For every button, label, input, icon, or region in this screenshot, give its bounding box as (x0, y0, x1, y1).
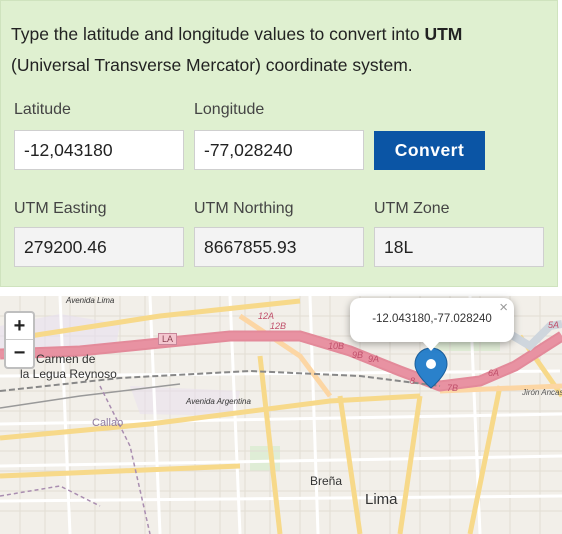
road-label-12a: 12A (258, 311, 275, 321)
longitude-input[interactable]: -77,028240 (194, 130, 364, 170)
utm-easting-label: UTM Easting (14, 200, 107, 217)
road-label-10b: 10B (328, 341, 345, 351)
intro-bold: UTM (424, 24, 463, 44)
utm-northing-label: UTM Northing (194, 200, 294, 217)
marker-popup: -12.043180,-77.028240 × (350, 298, 514, 342)
longitude-label: Longitude (194, 101, 265, 118)
utm-northing-field[interactable]: 8667855.93 (194, 227, 364, 267)
map-label-avenida-lima: Avenida Lima (66, 296, 115, 305)
zoom-control: + − (4, 311, 35, 369)
map-label-jiron-ancash: Jirón Ancash (522, 388, 562, 397)
utm-zone-field[interactable]: 18L (374, 227, 544, 267)
intro-text: Type the latitude and longitude values t… (11, 19, 551, 81)
zoom-out-button[interactable]: − (6, 340, 33, 367)
popup-close-icon[interactable]: × (499, 299, 508, 316)
map-label-avenida-argentina: Avenida Argentina (186, 397, 251, 406)
popup-tip (422, 341, 440, 351)
map-label-carmen-line1: Carmen de (36, 352, 96, 366)
road-label-9a: 9A (368, 354, 380, 364)
road-label-7b: 7B (447, 383, 459, 393)
map-label-carmen-line2: la Legua Reynoso (20, 367, 117, 381)
convert-button[interactable]: Convert (374, 131, 485, 170)
road-label-8: 8 (410, 376, 416, 386)
map-label-callao: Callao (92, 417, 124, 429)
utm-easting-field[interactable]: 279200.46 (14, 227, 184, 267)
road-label-12b: 12B (270, 321, 287, 331)
intro-prefix: Type the latitude and longitude values t… (11, 24, 425, 44)
map-label-lima: Lima (365, 491, 398, 508)
road-label-6a: 6A (488, 368, 500, 378)
road-label-5a: 5A (548, 320, 560, 330)
intro-suffix: (Universal Transverse Mercator) coordina… (11, 55, 413, 75)
road-label-9b: 9B (352, 350, 364, 360)
road-badge-la: LA (158, 333, 178, 345)
latitude-input[interactable]: -12,043180 (14, 130, 184, 170)
latitude-label: Latitude (14, 101, 71, 118)
map-label-brena: Breña (310, 474, 343, 488)
utm-zone-label: UTM Zone (374, 200, 450, 217)
popup-coordinates: -12.043180,-77.028240 (372, 313, 492, 325)
zoom-in-button[interactable]: + (6, 313, 33, 340)
